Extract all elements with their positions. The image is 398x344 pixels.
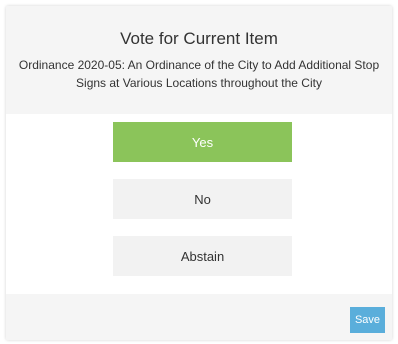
- vote-dialog: Vote for Current Item Ordinance 2020-05:…: [6, 6, 392, 340]
- save-button[interactable]: Save: [350, 307, 385, 333]
- vote-yes-button[interactable]: Yes: [113, 122, 292, 162]
- dialog-footer: Save: [6, 294, 392, 340]
- vote-abstain-button[interactable]: Abstain: [113, 236, 292, 276]
- item-description: Ordinance 2020-05: An Ordinance of the C…: [18, 58, 380, 90]
- dialog-title: Vote for Current Item: [120, 29, 278, 48]
- dialog-header: Vote for Current Item Ordinance 2020-05:…: [6, 6, 392, 114]
- vote-options: Yes No Abstain: [6, 114, 392, 294]
- vote-no-button[interactable]: No: [113, 179, 292, 219]
